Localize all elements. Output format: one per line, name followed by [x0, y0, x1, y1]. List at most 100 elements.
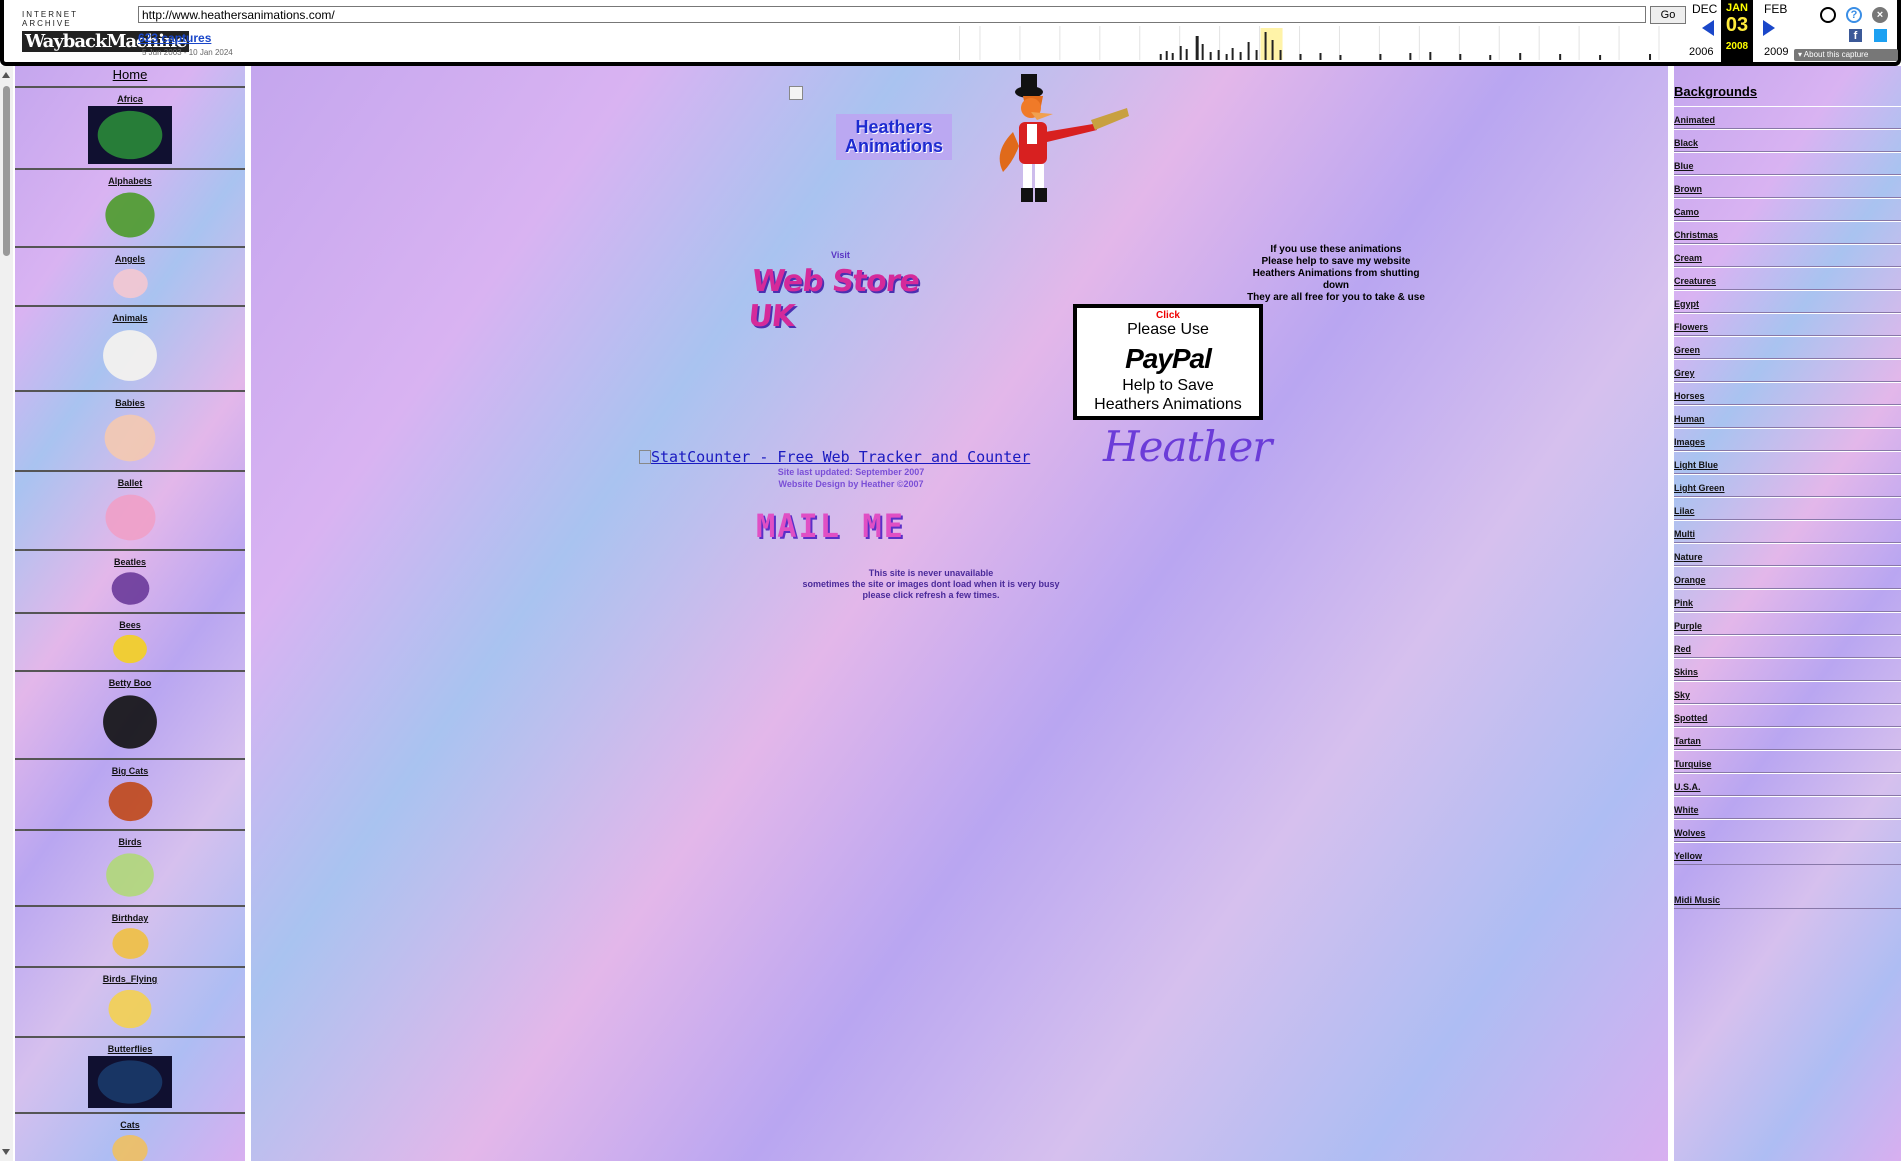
- background-link[interactable]: Black: [1674, 138, 1698, 148]
- background-link[interactable]: Images: [1674, 437, 1705, 447]
- category-link[interactable]: Birds_Flying: [15, 968, 245, 984]
- prev-month-label[interactable]: DEC: [1692, 2, 1717, 16]
- background-link[interactable]: Brown: [1674, 184, 1702, 194]
- category-link[interactable]: Betty Boo: [15, 672, 245, 688]
- category-link[interactable]: Animals: [15, 307, 245, 323]
- capture-sparkline[interactable]: [959, 26, 1669, 60]
- web-store-uk-link[interactable]: Web Store UK: [746, 264, 944, 334]
- facebook-icon[interactable]: f: [1849, 29, 1862, 42]
- category-thumbnail[interactable]: [97, 410, 163, 466]
- category-thumbnail[interactable]: [107, 1132, 153, 1161]
- twitter-icon[interactable]: [1874, 29, 1887, 42]
- category-link[interactable]: Bees: [15, 614, 245, 630]
- background-link-row: Cream: [1674, 244, 1901, 267]
- statcounter-link[interactable]: StatCounter - Free Web Tracker and Count…: [639, 448, 1030, 466]
- background-link[interactable]: Orange: [1674, 575, 1706, 585]
- note-line: please click refresh a few times.: [862, 590, 1000, 600]
- background-link[interactable]: Horses: [1674, 391, 1705, 401]
- category-link[interactable]: Africa: [15, 88, 245, 104]
- background-link-row: Turquise: [1674, 750, 1901, 773]
- scroll-thumb[interactable]: [3, 86, 10, 256]
- category-thumbnail[interactable]: [108, 266, 153, 301]
- background-link[interactable]: Light Green: [1674, 483, 1725, 493]
- category-thumbnail[interactable]: [102, 986, 158, 1032]
- category-thumbnail[interactable]: [108, 632, 152, 666]
- captures-link[interactable]: 623 captures: [138, 31, 211, 45]
- category-link[interactable]: Babies: [15, 392, 245, 408]
- help-message: If you use these animations Please help …: [1051, 244, 1621, 304]
- help-line: If you use these animations: [1270, 244, 1402, 255]
- home-link[interactable]: Home: [15, 66, 245, 86]
- next-month-label[interactable]: FEB: [1764, 2, 1787, 16]
- category-link[interactable]: Beatles: [15, 551, 245, 567]
- category-thumbnail[interactable]: [95, 690, 165, 754]
- background-link[interactable]: Egypt: [1674, 299, 1699, 309]
- background-link-row: Blue: [1674, 152, 1901, 175]
- paypal-donate-button[interactable]: Click Please Use PayPal Help to Save Hea…: [1073, 304, 1263, 420]
- wayback-logo[interactable]: INTERNET ARCHIVE WaybackMachine: [22, 10, 190, 52]
- category-thumbnail[interactable]: [99, 849, 161, 901]
- category-link[interactable]: Alphabets: [15, 170, 245, 186]
- background-link[interactable]: Pink: [1674, 598, 1693, 608]
- background-link[interactable]: U.S.A.: [1674, 782, 1701, 792]
- background-link[interactable]: Camo: [1674, 207, 1699, 217]
- help-icon[interactable]: ?: [1846, 7, 1862, 23]
- background-link[interactable]: Green: [1674, 345, 1700, 355]
- background-link[interactable]: Grey: [1674, 368, 1695, 378]
- category-link[interactable]: Ballet: [15, 472, 245, 488]
- category-thumbnail[interactable]: [88, 1056, 172, 1108]
- category-thumbnail[interactable]: [106, 569, 155, 608]
- scroll-down-icon[interactable]: [2, 1149, 10, 1155]
- prev-arrow-icon[interactable]: [1702, 20, 1714, 36]
- background-link[interactable]: Yellow: [1674, 851, 1702, 861]
- background-link[interactable]: Blue: [1674, 161, 1694, 171]
- background-link-row: Yellow: [1674, 842, 1901, 865]
- background-link[interactable]: White: [1674, 805, 1699, 815]
- user-icon[interactable]: [1820, 7, 1836, 23]
- background-link[interactable]: Tartan: [1674, 736, 1701, 746]
- category-link[interactable]: Butterflies: [15, 1038, 245, 1054]
- background-link-row: Creatures: [1674, 267, 1901, 290]
- scroll-up-icon[interactable]: [2, 72, 10, 78]
- background-link-row: Human: [1674, 405, 1901, 428]
- backgrounds-heading-link[interactable]: Backgrounds: [1674, 84, 1901, 99]
- category-thumbnail[interactable]: [88, 106, 172, 164]
- category-link[interactable]: Birthday: [15, 907, 245, 923]
- background-link[interactable]: Human: [1674, 414, 1705, 424]
- midi-music-link[interactable]: Midi Music: [1674, 895, 1720, 905]
- about-capture-button[interactable]: ▾ About this capture: [1794, 49, 1898, 61]
- category-thumbnail[interactable]: [107, 925, 154, 962]
- background-link[interactable]: Light Blue: [1674, 460, 1718, 470]
- mail-me-link[interactable]: MAIL ME: [756, 507, 905, 545]
- category-link[interactable]: Angels: [15, 248, 245, 264]
- background-link[interactable]: Spotted: [1674, 713, 1708, 723]
- background-link[interactable]: Sky: [1674, 690, 1690, 700]
- background-link[interactable]: Multi: [1674, 529, 1695, 539]
- background-link[interactable]: Purple: [1674, 621, 1702, 631]
- background-link[interactable]: Wolves: [1674, 828, 1705, 838]
- category-item: Cats: [15, 1112, 245, 1161]
- category-link[interactable]: Birds: [15, 831, 245, 847]
- close-icon[interactable]: ×: [1872, 7, 1888, 23]
- category-thumbnail[interactable]: [102, 778, 159, 825]
- category-link[interactable]: Big Cats: [15, 760, 245, 776]
- background-link[interactable]: Christmas: [1674, 230, 1718, 240]
- background-link-row: Brown: [1674, 175, 1901, 198]
- category-link[interactable]: Cats: [15, 1114, 245, 1130]
- background-link[interactable]: Flowers: [1674, 322, 1708, 332]
- category-thumbnail[interactable]: [98, 188, 162, 242]
- background-link[interactable]: Turquise: [1674, 759, 1711, 769]
- background-link[interactable]: Creatures: [1674, 276, 1716, 286]
- background-link-row: Tartan: [1674, 727, 1901, 750]
- category-thumbnail[interactable]: [98, 490, 163, 545]
- next-arrow-icon[interactable]: [1763, 20, 1775, 36]
- background-link[interactable]: Animated: [1674, 115, 1715, 125]
- background-link[interactable]: Red: [1674, 644, 1691, 654]
- url-input[interactable]: http://www.heathersanimations.com/: [138, 6, 1646, 23]
- left-frame-scrollbar[interactable]: [0, 66, 13, 1161]
- category-thumbnail[interactable]: [95, 325, 165, 386]
- background-link[interactable]: Skins: [1674, 667, 1698, 677]
- background-link[interactable]: Nature: [1674, 552, 1703, 562]
- background-link[interactable]: Lilac: [1674, 506, 1695, 516]
- background-link[interactable]: Cream: [1674, 253, 1702, 263]
